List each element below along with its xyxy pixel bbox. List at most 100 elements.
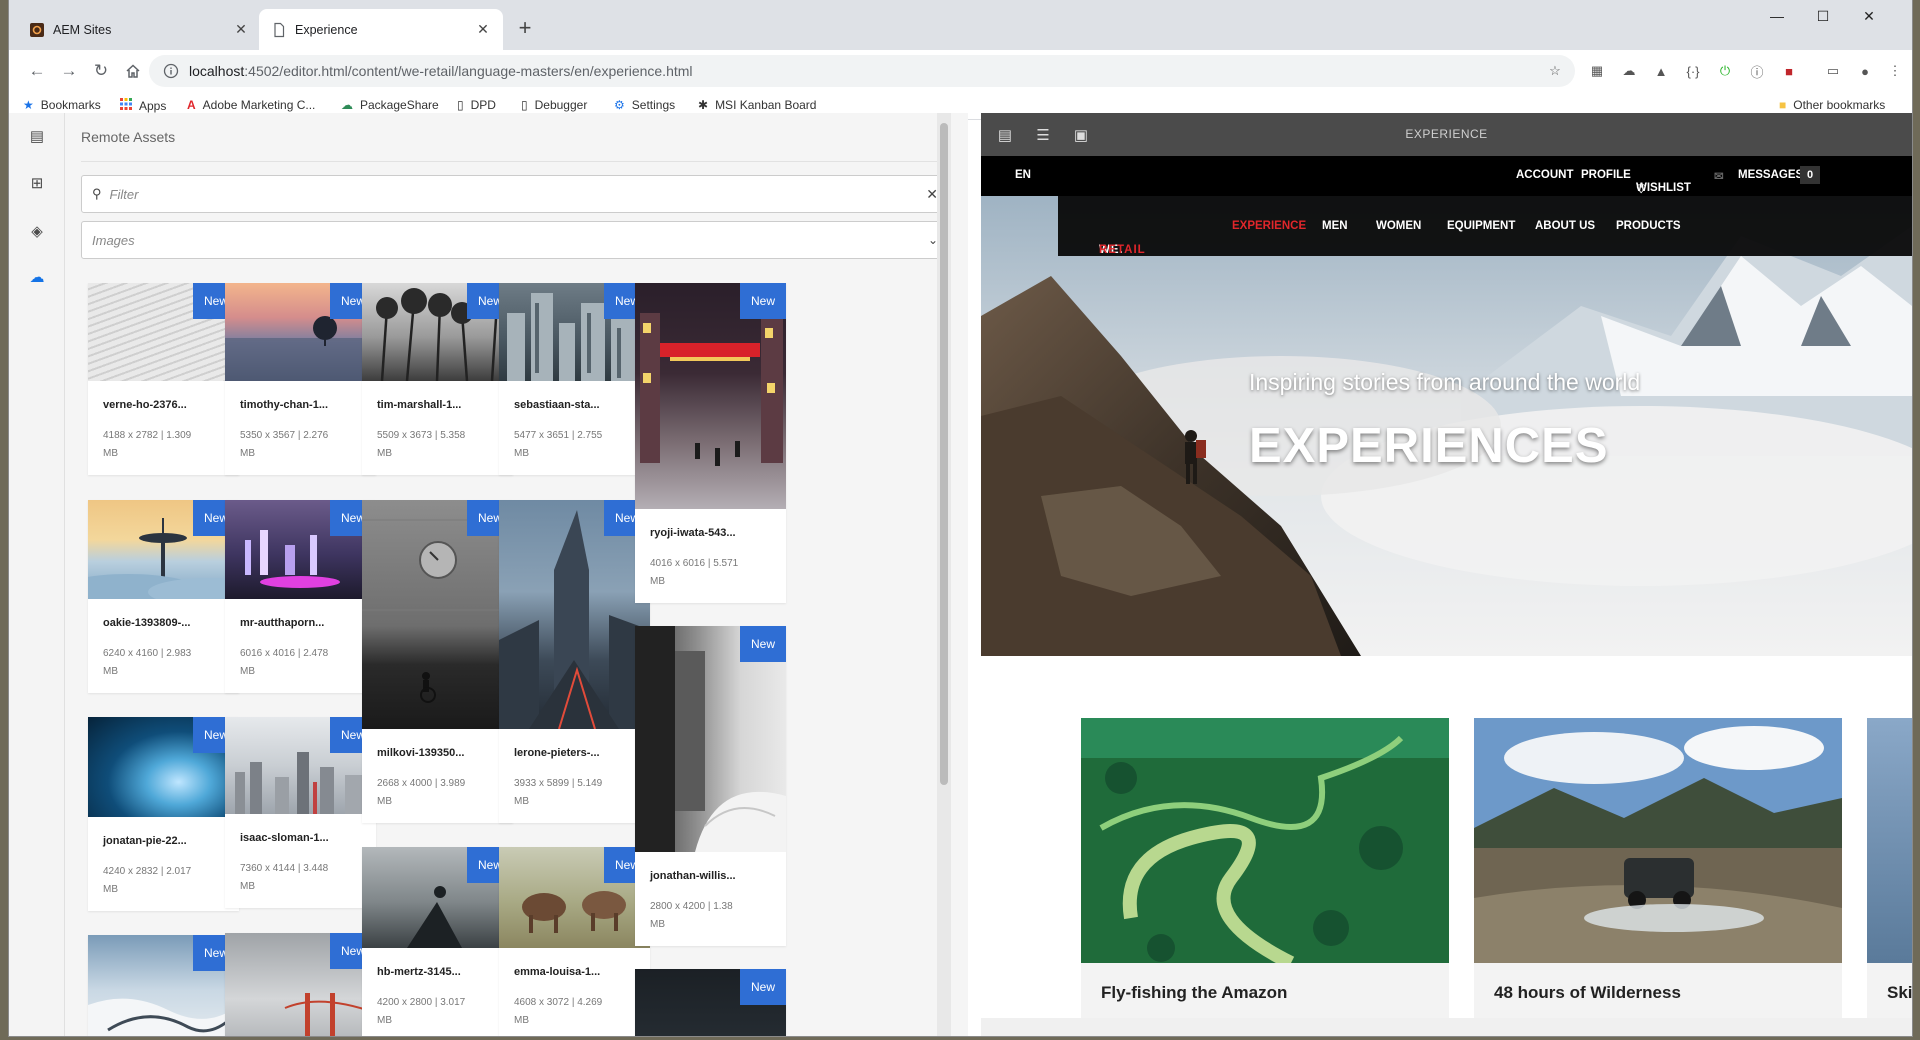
forward-button[interactable]: →: [53, 55, 85, 87]
new-tab-button[interactable]: +: [511, 14, 539, 42]
extension-code-icon[interactable]: {·}: [1683, 61, 1703, 81]
site-topbar: EN ACCOUNT PROFILE ♡ WISHLIST ✉ MESSAGES…: [981, 156, 1912, 196]
nav-experience[interactable]: EXPERIENCE: [1232, 220, 1306, 232]
asset-name: isaac-sloman-1...: [240, 832, 329, 844]
components-icon[interactable]: ⊞: [26, 172, 48, 194]
asset-card[interactable]: New tim-marshall-1... 5509 x 3673 | 5.35…: [362, 283, 513, 475]
filter-input[interactable]: ⚲ Filter ✕: [81, 175, 951, 213]
bookmark-settings[interactable]: ⚙ Settings: [614, 98, 675, 112]
bookmark-bookmarks[interactable]: ★ Bookmarks: [23, 98, 101, 112]
page-icon: [274, 22, 285, 37]
bookmark-dpd[interactable]: ▯ DPD: [457, 98, 496, 112]
profile-link[interactable]: PROFILE: [1581, 169, 1631, 181]
extension-cloud-icon[interactable]: ☁: [1619, 61, 1639, 81]
content-tree-icon[interactable]: ▤: [26, 125, 48, 147]
editor-page-title: EXPERIENCE: [1405, 127, 1488, 141]
asset-card[interactable]: New milkovi-139350... 2668 x 4000 | 3.98…: [362, 500, 513, 823]
asset-name: sebastiaan-sta...: [514, 399, 600, 411]
info-icon[interactable]: [163, 63, 179, 79]
asset-dimensions: 4608 x 3072 | 4.269: [514, 997, 603, 1008]
panel-scrollbar[interactable]: [937, 113, 951, 1036]
nav-products[interactable]: PRODUCTS: [1616, 220, 1681, 232]
asset-dimensions: 2668 x 4000 | 3.989: [377, 778, 466, 789]
asset-dimensions: 5509 x 3673 | 5.358: [377, 430, 466, 441]
forward-arrow-icon: →: [60, 61, 78, 80]
asset-card[interactable]: New mr-autthaporn... 6016 x 4016 | 2.478…: [225, 500, 376, 693]
search-icon: ⚲: [92, 186, 102, 201]
nav-equipment[interactable]: EQUIPMENT: [1447, 220, 1515, 232]
asset-card[interactable]: New hb-mertz-3145... 4200 x 2800 | 3.017…: [362, 847, 513, 1036]
layers-icon[interactable]: ◈: [26, 220, 48, 242]
extension-red-icon[interactable]: ■: [1779, 61, 1799, 81]
hero-subtitle: Inspiring stories from around the world: [1249, 369, 1641, 395]
asset-thumbnail: New: [225, 933, 376, 1036]
asset-card[interactable]: New isaac-sloman-1... 7360 x 4144 | 3.44…: [225, 717, 376, 908]
maximize-button[interactable]: ☐: [1800, 0, 1846, 32]
reload-button[interactable]: ↻: [85, 55, 117, 87]
experience-card[interactable]: 48 hours of Wilderness: [1474, 718, 1842, 1018]
nav-men[interactable]: MEN: [1322, 220, 1348, 232]
experience-card[interactable]: Ski: [1867, 718, 1912, 1018]
bookmark-other[interactable]: ■ Other bookmarks: [1779, 98, 1885, 112]
back-button[interactable]: ←: [21, 55, 53, 87]
nav-women[interactable]: WOMEN: [1376, 220, 1421, 232]
address-bar[interactable]: localhost:4502/editor.html/content/we-re…: [149, 55, 1575, 87]
extension-puzzle-icon[interactable]: ▦: [1587, 61, 1607, 81]
tab-aem-sites[interactable]: AEM Sites ✕: [17, 9, 261, 50]
panel-scroll-thumb[interactable]: [940, 123, 948, 785]
tab-experience[interactable]: Experience ✕: [259, 9, 503, 50]
asset-card[interactable]: New ryoji-iwata-543... 4016 x 6016 | 5.5…: [635, 283, 786, 603]
asset-dimensions: 4240 x 2832 | 2.017: [103, 866, 192, 877]
language-selector[interactable]: EN: [1015, 169, 1031, 181]
asset-card[interactable]: New jonathan-willis... 2800 x 4200 | 1.3…: [635, 626, 786, 946]
asset-card[interactable]: New emma-louisa-1... 4608 x 3072 | 4.269…: [499, 847, 650, 1036]
asset-type-select[interactable]: Images ⌄: [81, 221, 951, 259]
close-window-button[interactable]: ✕: [1846, 0, 1892, 32]
asset-thumbnail: New: [635, 969, 786, 1036]
account-link[interactable]: ACCOUNT: [1516, 169, 1574, 181]
home-button[interactable]: [117, 55, 149, 87]
asset-card[interactable]: New: [225, 933, 376, 1036]
asset-card[interactable]: New: [635, 969, 786, 1036]
bookmark-debugger[interactable]: ▯ Debugger: [521, 98, 587, 112]
experience-card[interactable]: Fly-fishing the Amazon: [1081, 718, 1449, 1018]
remote-assets-panel: Remote Assets ⚲ Filter ✕ Images ⌄ New ve…: [65, 113, 968, 1036]
asset-card[interactable]: New timothy-chan-1... 5350 x 3567 | 2.27…: [225, 283, 376, 475]
bookmark-star-icon[interactable]: ☆: [1545, 61, 1565, 81]
profile-avatar-icon[interactable]: ●: [1855, 61, 1875, 81]
bookmark-msi-kanban[interactable]: ✱ MSI Kanban Board: [698, 98, 816, 112]
google-drive-icon[interactable]: ▲: [1651, 61, 1671, 81]
messages-link[interactable]: MESSAGES: [1738, 169, 1803, 181]
asset-meta: 6016 x 4016 | 2.478 MB: [225, 629, 376, 693]
nav-about-us[interactable]: ABOUT US: [1535, 220, 1595, 232]
extension-info-icon[interactable]: ⓘ: [1747, 61, 1767, 81]
remote-assets-cloud-icon[interactable]: ☁: [26, 266, 48, 288]
asset-size-unit: MB: [103, 666, 118, 677]
asset-card[interactable]: New oakie-1393809-... 6240 x 4160 | 2.98…: [88, 500, 239, 693]
menu-kebab-icon[interactable]: ⋮: [1885, 61, 1905, 81]
tab-close-icon[interactable]: ✕: [471, 21, 495, 38]
extension-power-icon[interactable]: ⏻: [1715, 61, 1735, 81]
cast-icon[interactable]: ▭: [1823, 61, 1843, 81]
asset-size-unit: MB: [377, 1015, 392, 1026]
asset-name: ryoji-iwata-543...: [650, 527, 736, 539]
wishlist-label: WISHLIST: [1636, 182, 1691, 194]
bookmark-apps[interactable]: Apps: [120, 98, 166, 113]
asset-size-unit: MB: [103, 448, 118, 459]
asset-card[interactable]: New jonatan-pie-22... 4240 x 2832 | 2.01…: [88, 717, 239, 911]
bookmark-packageshare[interactable]: ☁ PackageShare: [341, 98, 439, 112]
asset-card[interactable]: New lerone-pieters-... 3933 x 5899 | 5.1…: [499, 500, 650, 823]
asset-name: hb-mertz-3145...: [377, 966, 461, 978]
minimize-button[interactable]: —: [1754, 0, 1800, 32]
asset-card[interactable]: New: [88, 935, 239, 1036]
asset-card[interactable]: New verne-ho-2376... 4188 x 2782 | 1.309…: [88, 283, 239, 475]
asset-size-unit: MB: [514, 448, 529, 459]
editor-horizontal-scrollbar[interactable]: [981, 1018, 1912, 1036]
asset-size-unit: MB: [240, 666, 255, 677]
folder-icon: ■: [1779, 98, 1787, 112]
url-path: :4502/editor.html/content/we-retail/lang…: [244, 63, 693, 79]
asset-card[interactable]: New sebastiaan-sta... 5477 x 3651 | 2.75…: [499, 283, 650, 475]
url-host: localhost: [189, 63, 245, 79]
tab-close-icon[interactable]: ✕: [229, 21, 253, 38]
bookmark-adobe-marketing-cloud[interactable]: A Adobe Marketing C...: [187, 98, 315, 112]
